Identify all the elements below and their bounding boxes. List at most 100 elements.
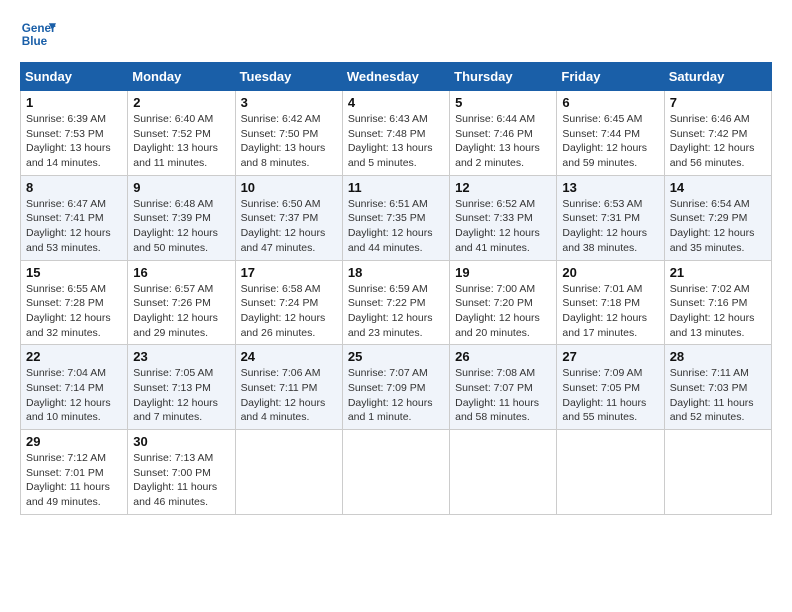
calendar-cell: 20 Sunrise: 7:01 AMSunset: 7:18 PMDaylig…: [557, 260, 664, 345]
day-detail: Sunrise: 6:46 AMSunset: 7:42 PMDaylight:…: [670, 113, 755, 169]
weekday-header-tuesday: Tuesday: [235, 63, 342, 91]
svg-text:Blue: Blue: [22, 35, 48, 48]
calendar-cell: [450, 430, 557, 515]
day-detail: Sunrise: 6:59 AMSunset: 7:22 PMDaylight:…: [348, 283, 433, 339]
day-number: 14: [670, 180, 766, 195]
day-detail: Sunrise: 7:06 AMSunset: 7:11 PMDaylight:…: [241, 367, 326, 423]
calendar-cell: 29 Sunrise: 7:12 AMSunset: 7:01 PMDaylig…: [21, 430, 128, 515]
day-detail: Sunrise: 7:12 AMSunset: 7:01 PMDaylight:…: [26, 452, 110, 508]
calendar-cell: 22 Sunrise: 7:04 AMSunset: 7:14 PMDaylig…: [21, 345, 128, 430]
weekday-header-saturday: Saturday: [664, 63, 771, 91]
calendar-cell: 10 Sunrise: 6:50 AMSunset: 7:37 PMDaylig…: [235, 175, 342, 260]
day-detail: Sunrise: 6:47 AMSunset: 7:41 PMDaylight:…: [26, 198, 111, 254]
calendar-cell: 6 Sunrise: 6:45 AMSunset: 7:44 PMDayligh…: [557, 91, 664, 176]
day-number: 21: [670, 265, 766, 280]
day-detail: Sunrise: 6:45 AMSunset: 7:44 PMDaylight:…: [562, 113, 647, 169]
calendar-cell: 11 Sunrise: 6:51 AMSunset: 7:35 PMDaylig…: [342, 175, 449, 260]
calendar-cell: 1 Sunrise: 6:39 AMSunset: 7:53 PMDayligh…: [21, 91, 128, 176]
calendar-cell: 28 Sunrise: 7:11 AMSunset: 7:03 PMDaylig…: [664, 345, 771, 430]
day-number: 9: [133, 180, 229, 195]
calendar-cell: 12 Sunrise: 6:52 AMSunset: 7:33 PMDaylig…: [450, 175, 557, 260]
day-number: 22: [26, 349, 122, 364]
day-detail: Sunrise: 6:48 AMSunset: 7:39 PMDaylight:…: [133, 198, 218, 254]
day-number: 20: [562, 265, 658, 280]
day-number: 25: [348, 349, 444, 364]
weekday-header-monday: Monday: [128, 63, 235, 91]
day-detail: Sunrise: 6:52 AMSunset: 7:33 PMDaylight:…: [455, 198, 540, 254]
calendar-cell: [664, 430, 771, 515]
calendar-cell: [557, 430, 664, 515]
day-detail: Sunrise: 7:02 AMSunset: 7:16 PMDaylight:…: [670, 283, 755, 339]
day-detail: Sunrise: 6:44 AMSunset: 7:46 PMDaylight:…: [455, 113, 540, 169]
calendar-week-1: 1 Sunrise: 6:39 AMSunset: 7:53 PMDayligh…: [21, 91, 772, 176]
day-number: 15: [26, 265, 122, 280]
day-detail: Sunrise: 6:43 AMSunset: 7:48 PMDaylight:…: [348, 113, 433, 169]
calendar-cell: 30 Sunrise: 7:13 AMSunset: 7:00 PMDaylig…: [128, 430, 235, 515]
day-number: 17: [241, 265, 337, 280]
calendar-week-4: 22 Sunrise: 7:04 AMSunset: 7:14 PMDaylig…: [21, 345, 772, 430]
calendar-cell: 13 Sunrise: 6:53 AMSunset: 7:31 PMDaylig…: [557, 175, 664, 260]
day-detail: Sunrise: 6:50 AMSunset: 7:37 PMDaylight:…: [241, 198, 326, 254]
day-number: 7: [670, 95, 766, 110]
calendar-week-3: 15 Sunrise: 6:55 AMSunset: 7:28 PMDaylig…: [21, 260, 772, 345]
day-number: 12: [455, 180, 551, 195]
calendar-cell: 18 Sunrise: 6:59 AMSunset: 7:22 PMDaylig…: [342, 260, 449, 345]
calendar-cell: [235, 430, 342, 515]
day-number: 2: [133, 95, 229, 110]
calendar-cell: 24 Sunrise: 7:06 AMSunset: 7:11 PMDaylig…: [235, 345, 342, 430]
day-detail: Sunrise: 6:51 AMSunset: 7:35 PMDaylight:…: [348, 198, 433, 254]
day-detail: Sunrise: 6:57 AMSunset: 7:26 PMDaylight:…: [133, 283, 218, 339]
day-number: 4: [348, 95, 444, 110]
day-number: 10: [241, 180, 337, 195]
calendar-cell: 23 Sunrise: 7:05 AMSunset: 7:13 PMDaylig…: [128, 345, 235, 430]
day-detail: Sunrise: 6:55 AMSunset: 7:28 PMDaylight:…: [26, 283, 111, 339]
weekday-header-wednesday: Wednesday: [342, 63, 449, 91]
day-detail: Sunrise: 7:01 AMSunset: 7:18 PMDaylight:…: [562, 283, 647, 339]
day-number: 19: [455, 265, 551, 280]
day-detail: Sunrise: 7:13 AMSunset: 7:00 PMDaylight:…: [133, 452, 217, 508]
calendar-cell: 9 Sunrise: 6:48 AMSunset: 7:39 PMDayligh…: [128, 175, 235, 260]
calendar-cell: 27 Sunrise: 7:09 AMSunset: 7:05 PMDaylig…: [557, 345, 664, 430]
logo-icon: General Blue: [20, 16, 56, 52]
day-detail: Sunrise: 6:58 AMSunset: 7:24 PMDaylight:…: [241, 283, 326, 339]
calendar-cell: 7 Sunrise: 6:46 AMSunset: 7:42 PMDayligh…: [664, 91, 771, 176]
day-number: 8: [26, 180, 122, 195]
calendar-week-5: 29 Sunrise: 7:12 AMSunset: 7:01 PMDaylig…: [21, 430, 772, 515]
weekday-header-thursday: Thursday: [450, 63, 557, 91]
calendar-table: SundayMondayTuesdayWednesdayThursdayFrid…: [20, 62, 772, 515]
calendar-cell: 17 Sunrise: 6:58 AMSunset: 7:24 PMDaylig…: [235, 260, 342, 345]
calendar-cell: 8 Sunrise: 6:47 AMSunset: 7:41 PMDayligh…: [21, 175, 128, 260]
day-number: 1: [26, 95, 122, 110]
day-detail: Sunrise: 7:07 AMSunset: 7:09 PMDaylight:…: [348, 367, 433, 423]
calendar-cell: [342, 430, 449, 515]
day-number: 3: [241, 95, 337, 110]
calendar-cell: 14 Sunrise: 6:54 AMSunset: 7:29 PMDaylig…: [664, 175, 771, 260]
day-detail: Sunrise: 6:54 AMSunset: 7:29 PMDaylight:…: [670, 198, 755, 254]
day-number: 13: [562, 180, 658, 195]
day-number: 6: [562, 95, 658, 110]
day-detail: Sunrise: 7:08 AMSunset: 7:07 PMDaylight:…: [455, 367, 539, 423]
calendar-week-2: 8 Sunrise: 6:47 AMSunset: 7:41 PMDayligh…: [21, 175, 772, 260]
day-detail: Sunrise: 7:05 AMSunset: 7:13 PMDaylight:…: [133, 367, 218, 423]
calendar-cell: 26 Sunrise: 7:08 AMSunset: 7:07 PMDaylig…: [450, 345, 557, 430]
calendar-cell: 4 Sunrise: 6:43 AMSunset: 7:48 PMDayligh…: [342, 91, 449, 176]
day-detail: Sunrise: 7:00 AMSunset: 7:20 PMDaylight:…: [455, 283, 540, 339]
day-number: 26: [455, 349, 551, 364]
day-number: 5: [455, 95, 551, 110]
day-number: 11: [348, 180, 444, 195]
day-number: 23: [133, 349, 229, 364]
day-detail: Sunrise: 7:11 AMSunset: 7:03 PMDaylight:…: [670, 367, 754, 423]
weekday-header-friday: Friday: [557, 63, 664, 91]
calendar-cell: 16 Sunrise: 6:57 AMSunset: 7:26 PMDaylig…: [128, 260, 235, 345]
day-detail: Sunrise: 6:39 AMSunset: 7:53 PMDaylight:…: [26, 113, 111, 169]
day-number: 24: [241, 349, 337, 364]
calendar-cell: 19 Sunrise: 7:00 AMSunset: 7:20 PMDaylig…: [450, 260, 557, 345]
day-detail: Sunrise: 6:42 AMSunset: 7:50 PMDaylight:…: [241, 113, 326, 169]
day-number: 29: [26, 434, 122, 449]
calendar-cell: 3 Sunrise: 6:42 AMSunset: 7:50 PMDayligh…: [235, 91, 342, 176]
calendar-header-row: SundayMondayTuesdayWednesdayThursdayFrid…: [21, 63, 772, 91]
calendar-cell: 25 Sunrise: 7:07 AMSunset: 7:09 PMDaylig…: [342, 345, 449, 430]
day-number: 30: [133, 434, 229, 449]
day-detail: Sunrise: 7:09 AMSunset: 7:05 PMDaylight:…: [562, 367, 646, 423]
calendar-cell: 2 Sunrise: 6:40 AMSunset: 7:52 PMDayligh…: [128, 91, 235, 176]
